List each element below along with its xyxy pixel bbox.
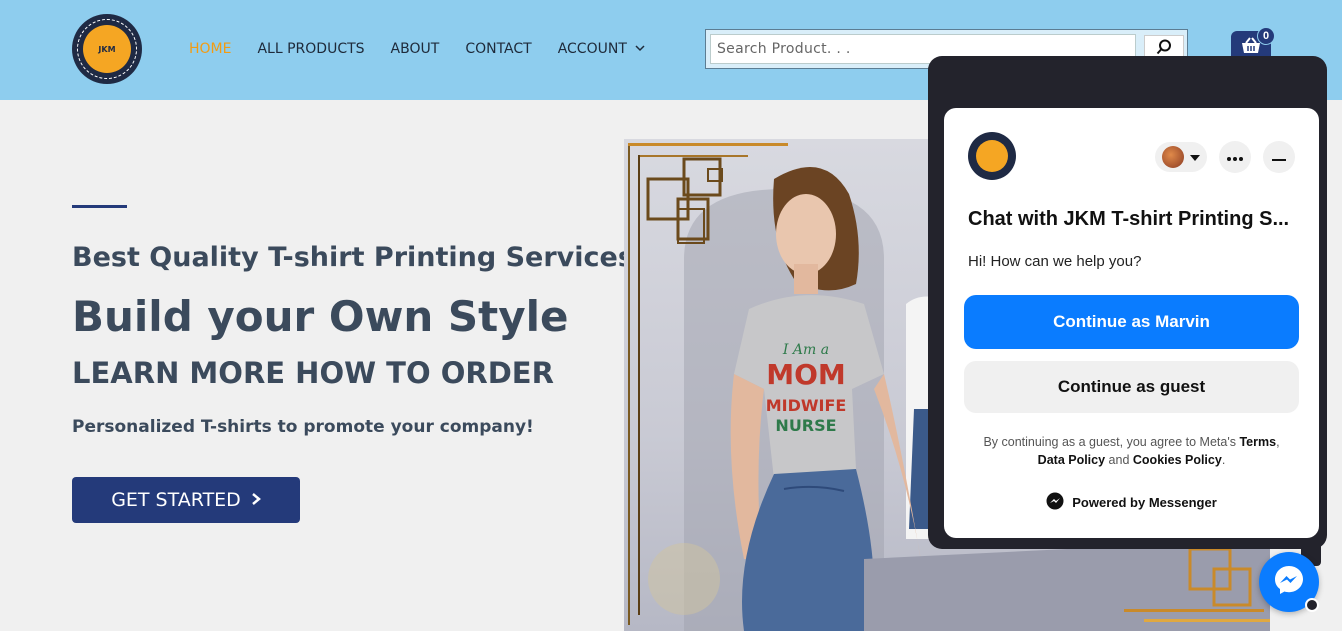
more-options-button[interactable]	[1219, 141, 1251, 173]
cookies-policy-link[interactable]: Cookies Policy	[1133, 453, 1222, 467]
main-nav: HOME ALL PRODUCTS ABOUT CONTACT ACCOUNT	[189, 41, 671, 57]
shirt-text-1: I Am a	[782, 342, 829, 358]
caret-down-icon	[1190, 148, 1200, 166]
get-started-label: GET STARTED	[111, 489, 241, 511]
shirt-text-4: NURSE	[775, 416, 836, 435]
data-policy-link[interactable]: Data Policy	[1038, 453, 1105, 467]
shirt-text-2: MOM	[766, 358, 846, 391]
terms-link[interactable]: Terms	[1239, 435, 1276, 449]
chat-greeting: Hi! How can we help you?	[968, 253, 1142, 270]
nav-about[interactable]: ABOUT	[391, 41, 440, 57]
status-dot	[1305, 598, 1319, 612]
hero-title: Build your Own Style	[72, 292, 569, 341]
continue-as-guest-button[interactable]: Continue as guest	[964, 361, 1299, 413]
shirt-text-3: MIDWIFE	[766, 396, 847, 415]
legal-prefix: By continuing as a guest, you agree to M…	[983, 435, 1236, 449]
logo-ring	[77, 19, 137, 79]
get-started-button[interactable]: GET STARTED	[72, 477, 300, 523]
account-switcher[interactable]	[1155, 142, 1207, 172]
nav-account-label: ACCOUNT	[557, 41, 627, 57]
cart-count-badge: 0	[1257, 27, 1275, 45]
continue-as-user-button[interactable]: Continue as Marvin	[964, 295, 1299, 349]
chat-legal-text: By continuing as a guest, you agree to M…	[983, 435, 1280, 467]
chat-title: Chat with JKM T-shirt Printing S...	[968, 208, 1290, 230]
chevron-down-icon	[635, 44, 645, 55]
messenger-icon	[1046, 492, 1064, 513]
hero-description: Personalized T-shirts to promote your co…	[72, 417, 534, 437]
hero-learn-more[interactable]: LEARN MORE HOW TO ORDER	[72, 356, 554, 390]
chat-page-avatar	[968, 132, 1016, 180]
hero-subtitle: Best Quality T-shirt Printing Services	[72, 242, 634, 273]
hero-accent-line	[72, 205, 127, 208]
minimize-button[interactable]	[1263, 141, 1295, 173]
chat-panel: Chat with JKM T-shirt Printing S... Hi! …	[944, 108, 1319, 538]
ellipsis-icon	[1227, 148, 1243, 166]
minus-icon	[1272, 148, 1286, 166]
nav-account[interactable]: ACCOUNT	[558, 41, 645, 57]
powered-by-label: Powered by Messenger	[1072, 495, 1217, 510]
chat-avatar-center	[976, 140, 1008, 172]
powered-by-messenger: Powered by Messenger	[944, 492, 1319, 513]
legal-and: and	[1108, 453, 1130, 467]
chevron-right-icon	[251, 489, 261, 511]
nav-home[interactable]: HOME	[189, 41, 231, 57]
site-logo[interactable]: JKM	[72, 14, 142, 84]
user-avatar	[1162, 146, 1184, 168]
messenger-icon	[1272, 563, 1306, 602]
chat-controls	[1155, 141, 1295, 173]
nav-all-products[interactable]: ALL PRODUCTS	[257, 41, 364, 57]
nav-contact[interactable]: CONTACT	[465, 41, 531, 57]
